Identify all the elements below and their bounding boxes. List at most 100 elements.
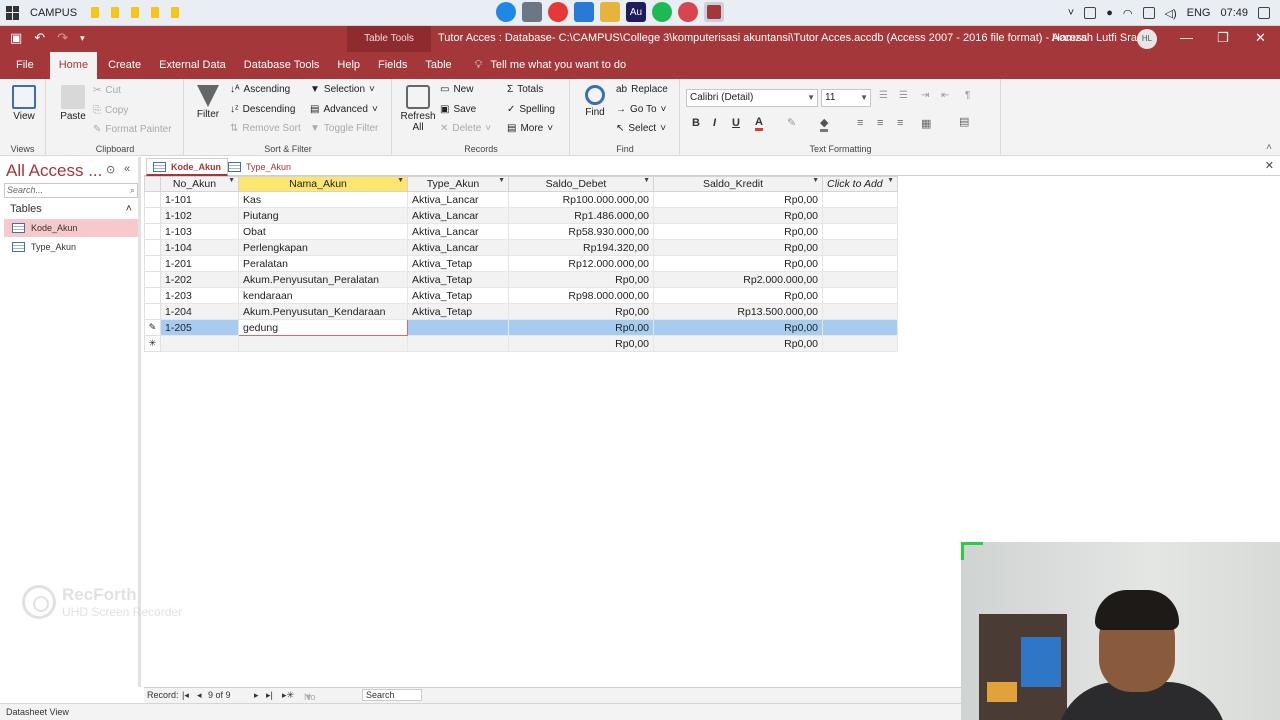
access-taskbar-icon[interactable] — [704, 2, 724, 22]
sticky-note-icon[interactable] — [131, 7, 140, 18]
selection-button[interactable]: ▼ Selection ˅ — [310, 84, 375, 95]
cell-saldo-debet[interactable]: Rp12.000.000,00 — [508, 255, 654, 272]
nav-item-kode-akun[interactable]: Kode_Akun — [4, 219, 138, 237]
cell-nama-akun[interactable]: Perlengkapan — [238, 239, 408, 256]
cell-saldo-kredit[interactable]: Rp0,00 — [653, 319, 823, 336]
folder-icon[interactable] — [600, 2, 620, 22]
view-button[interactable]: View — [8, 85, 40, 122]
cell-no-akun[interactable]: 1-203 — [160, 287, 239, 304]
indent-increase-icon[interactable]: ⇥ — [921, 90, 929, 101]
wifi-icon[interactable]: ◠ — [1123, 7, 1133, 20]
row-selector[interactable] — [144, 287, 161, 304]
avatar[interactable]: HL — [1137, 29, 1157, 49]
cell-saldo-kredit[interactable]: Rp0,00 — [653, 287, 823, 304]
cell-empty[interactable] — [822, 239, 898, 256]
cell-empty[interactable] — [822, 271, 898, 288]
tab-table[interactable]: Table — [416, 52, 460, 79]
cell-no-akun[interactable]: 1-101 — [160, 191, 239, 208]
cell-type-akun[interactable]: Aktiva_Tetap — [407, 303, 509, 320]
cell-nama-akun[interactable]: Peralatan — [238, 255, 408, 272]
bold-icon[interactable]: B — [692, 117, 700, 129]
fill-color-icon[interactable]: ◆ — [820, 116, 829, 132]
nav-section-tables[interactable]: Tables ˄ — [4, 203, 138, 215]
collapse-ribbon-icon[interactable]: ˄ — [1266, 142, 1272, 153]
underline-icon[interactable]: U — [732, 117, 740, 129]
cell-nama-akun[interactable]: Kas — [238, 191, 408, 208]
pencil-icon[interactable]: ✎ — [144, 319, 161, 336]
row-selector[interactable] — [144, 207, 161, 224]
mail-icon[interactable] — [574, 2, 594, 22]
tab-fields[interactable]: Fields — [369, 52, 416, 79]
cell-no-akun[interactable]: 1-202 — [160, 271, 239, 288]
paste-button[interactable]: Paste — [55, 85, 91, 122]
cell-no-akun[interactable]: 1-102 — [160, 207, 239, 224]
close-icon[interactable]: ✕ — [1255, 30, 1266, 46]
tab-create[interactable]: Create — [99, 52, 150, 79]
cell-empty[interactable] — [822, 223, 898, 240]
row-selector[interactable] — [144, 223, 161, 240]
sticky-note-icon[interactable] — [111, 7, 120, 18]
edge-icon[interactable] — [496, 2, 516, 22]
indent-decrease-icon[interactable]: ⇤ — [941, 90, 949, 101]
volume-icon[interactable]: ◁) — [1165, 7, 1177, 20]
cell-saldo-kredit[interactable]: Rp0,00 — [653, 223, 823, 240]
select-all-corner[interactable] — [144, 176, 161, 192]
cell-saldo-debet[interactable]: Rp0,00 — [508, 335, 654, 352]
tab-file[interactable]: File — [0, 52, 48, 79]
font-color-icon[interactable]: A — [755, 116, 763, 131]
nav-options-icon[interactable]: ⊙ — [106, 163, 115, 176]
cell-type-akun[interactable] — [407, 335, 509, 352]
store-icon[interactable] — [522, 2, 542, 22]
cell-empty[interactable] — [822, 319, 898, 336]
cell-saldo-kredit[interactable]: Rp0,00 — [653, 335, 823, 352]
cell-empty[interactable] — [822, 335, 898, 352]
cell-empty[interactable] — [822, 207, 898, 224]
record-search-input[interactable]: Search — [362, 689, 422, 701]
align-center-icon[interactable]: ≡ — [877, 117, 883, 129]
find-button[interactable]: Find — [579, 85, 611, 118]
cell-no-akun[interactable]: 1-204 — [160, 303, 239, 320]
cell-saldo-debet[interactable]: Rp0,00 — [508, 319, 654, 336]
numbering-icon[interactable]: ☰ — [899, 90, 908, 101]
cell-saldo-debet[interactable]: Rp100.000.000,00 — [508, 191, 654, 208]
cell-type-akun[interactable]: Aktiva_Tetap — [407, 255, 509, 272]
chevron-down-icon[interactable]: ▼ — [498, 177, 505, 184]
cell-saldo-debet[interactable]: Rp58.930.000,00 — [508, 223, 654, 240]
highlight-icon[interactable]: ✎ — [787, 116, 796, 129]
cell-type-akun[interactable]: Aktiva_Tetap — [407, 287, 509, 304]
cell-saldo-kredit[interactable]: Rp0,00 — [653, 239, 823, 256]
cell-empty[interactable] — [822, 255, 898, 272]
row-selector[interactable] — [144, 191, 161, 208]
mic-icon[interactable]: ● — [1106, 7, 1113, 19]
cell-type-akun[interactable]: Aktiva_Lancar — [407, 207, 509, 224]
align-right-icon[interactable]: ≡ — [897, 117, 903, 129]
column-header[interactable]: Type_Akun ▼ — [407, 176, 509, 192]
refresh-all-button[interactable]: Refresh All — [399, 85, 437, 133]
row-selector[interactable] — [144, 255, 161, 272]
gridlines-icon[interactable]: ▦ — [921, 117, 931, 130]
totals-button[interactable]: Σ Totals — [507, 84, 543, 95]
cell-type-akun[interactable]: Aktiva_Lancar — [407, 223, 509, 240]
next-record-icon[interactable]: ▸ — [254, 690, 259, 701]
sticky-note-icon[interactable] — [151, 7, 160, 18]
restore-icon[interactable]: ❐ — [1217, 30, 1229, 46]
tell-me-box[interactable]: 💡︎ Tell me what you want to do — [475, 52, 626, 79]
cell-saldo-kredit[interactable]: Rp2.000.000,00 — [653, 271, 823, 288]
cell-saldo-kredit[interactable]: Rp0,00 — [653, 191, 823, 208]
cell-saldo-debet[interactable]: Rp194.320,00 — [508, 239, 654, 256]
goto-button[interactable]: → Go To ˅ — [616, 104, 666, 115]
user-name[interactable]: Hamzah Lutfi Sra — [1052, 32, 1137, 44]
paragraph-icon[interactable]: ¶ — [965, 90, 970, 101]
record-position[interactable]: 9 of 9 — [208, 690, 231, 700]
alternate-row-color-icon[interactable]: ▤ — [959, 115, 969, 128]
more-button[interactable]: ▤ More ˅ — [507, 123, 553, 134]
tab-home[interactable]: Home — [49, 52, 98, 79]
click-to-add-header[interactable]: Click to Add ▼ — [822, 176, 898, 192]
font-size-select[interactable]: 11 ▼ — [821, 89, 871, 107]
new-record-nav-icon[interactable]: ▸✳ — [282, 690, 294, 701]
cell-empty[interactable] — [822, 303, 898, 320]
battery-icon[interactable] — [1142, 7, 1155, 19]
chevron-down-icon[interactable]: ▼ — [812, 177, 819, 184]
font-family-select[interactable]: Calibri (Detail) ▼ — [686, 89, 818, 107]
cell-no-akun[interactable] — [160, 335, 239, 352]
